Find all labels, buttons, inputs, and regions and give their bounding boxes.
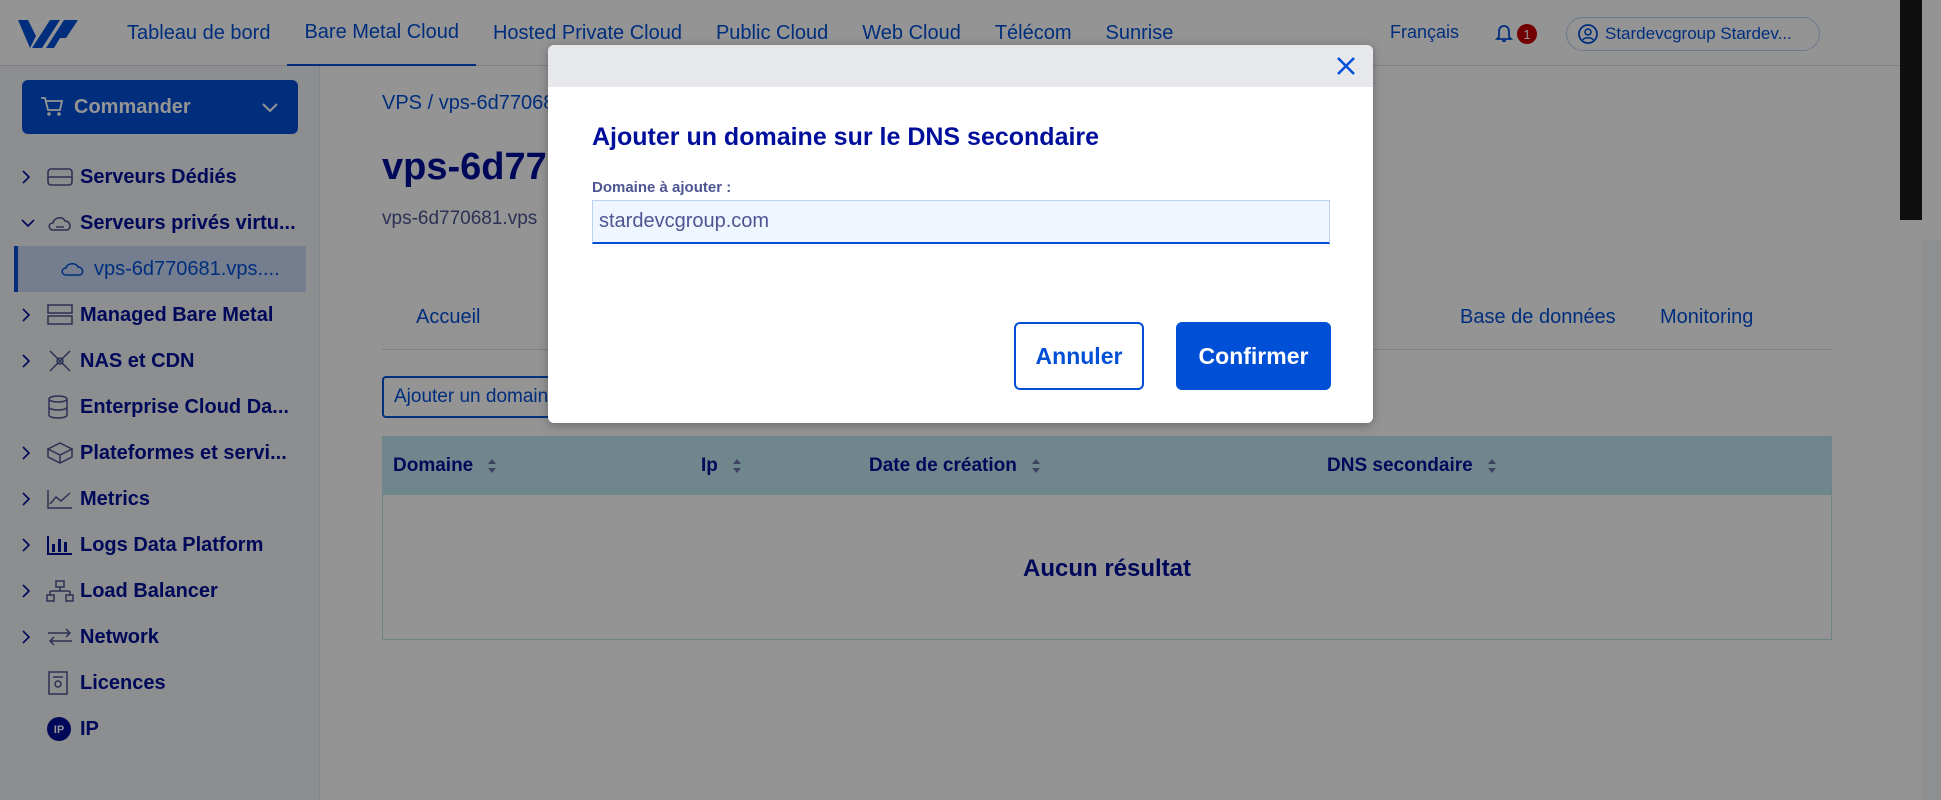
dialog-header — [548, 45, 1373, 87]
domain-input[interactable] — [592, 200, 1330, 244]
domain-field-label: Domaine à ajouter : — [592, 179, 732, 196]
dialog-title: Ajouter un domaine sur le DNS secondaire — [592, 123, 1100, 151]
add-domain-dialog: Ajouter un domaine sur le DNS secondaire… — [548, 45, 1373, 423]
confirm-button[interactable]: Confirmer — [1176, 322, 1331, 390]
close-icon — [1337, 57, 1355, 75]
close-button[interactable] — [1333, 53, 1359, 79]
cancel-button[interactable]: Annuler — [1014, 322, 1144, 390]
